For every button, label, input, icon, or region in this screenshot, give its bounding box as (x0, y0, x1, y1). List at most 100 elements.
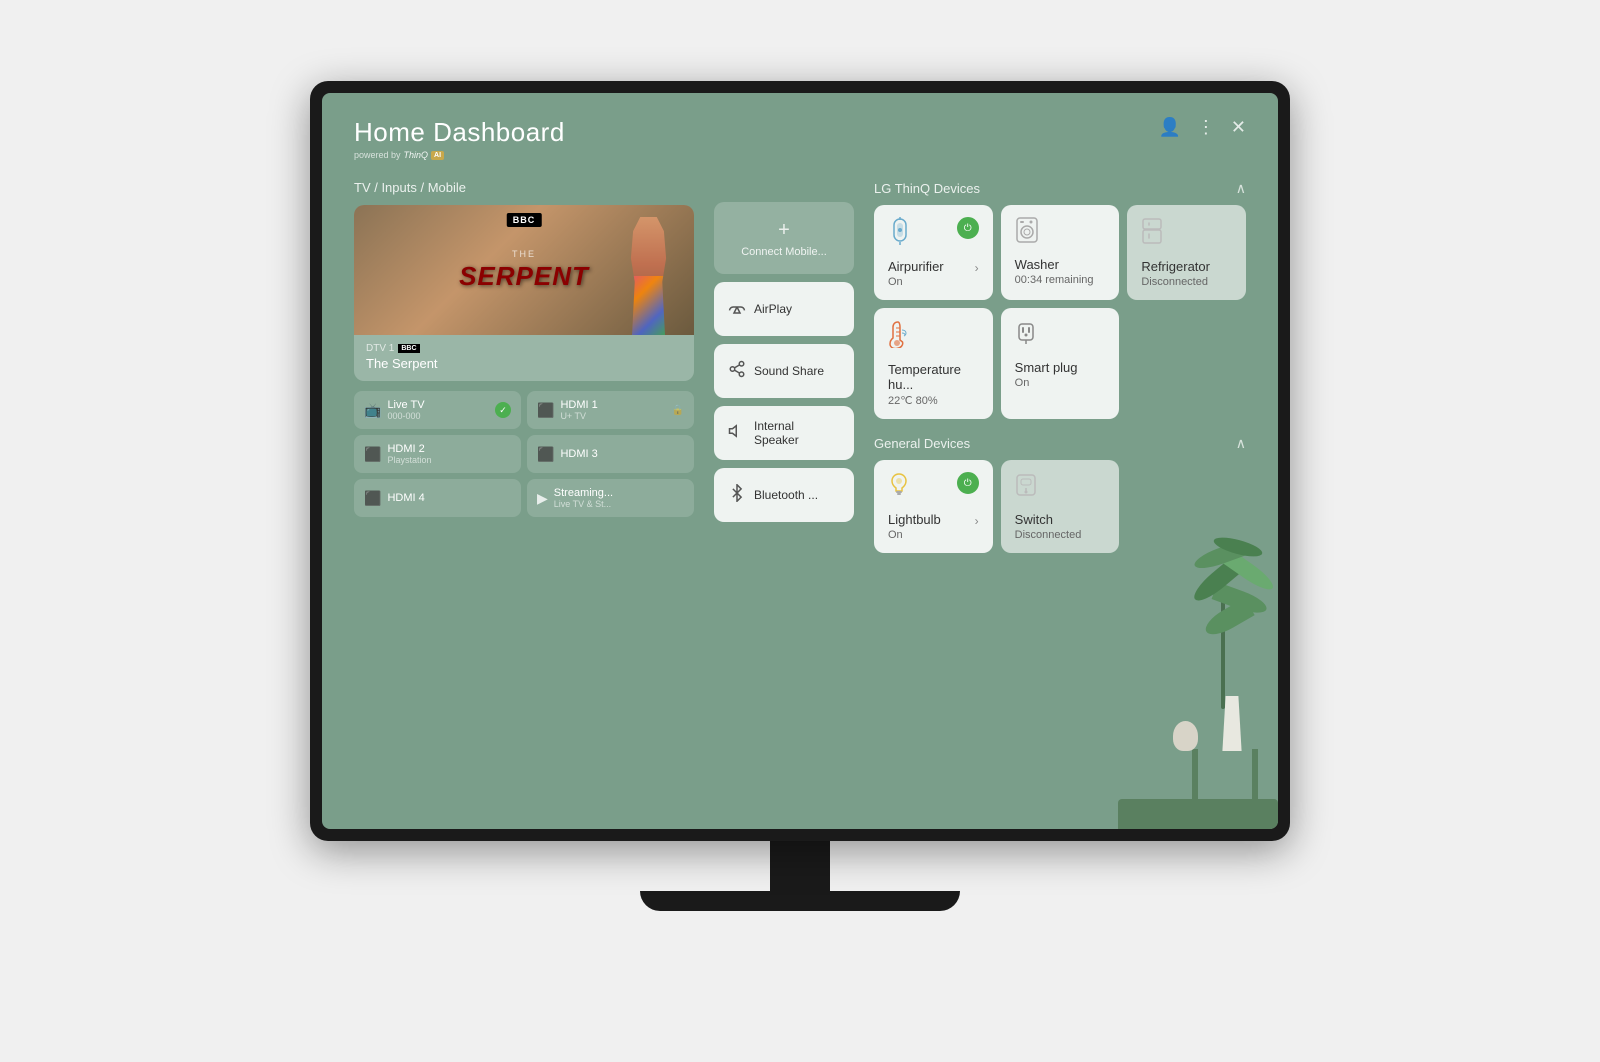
lg-thinq-title: LG ThinQ Devices (874, 181, 980, 196)
lock-icon: 🔒 (672, 405, 684, 416)
airpurifier-power-btn[interactable] (957, 217, 979, 239)
tv-screen: Home Dashboard powered by ThinQ AI 👤 ⋮ ✕ (322, 93, 1278, 829)
sound-share-card[interactable]: Sound Share (714, 344, 854, 398)
washer-card[interactable]: Washer 00:34 remaining (1001, 205, 1120, 300)
airplay-card[interactable]: AirPlay (714, 282, 854, 336)
refrigerator-status: Disconnected (1141, 276, 1232, 288)
lightbulb-icon (888, 472, 910, 504)
right-section: LG ThinQ Devices ∧ (874, 180, 1246, 805)
lightbulb-power-btn[interactable] (957, 472, 979, 494)
show-title-display: SERPENT (459, 261, 589, 292)
connect-plus-icon: + (778, 219, 790, 242)
airpurifier-chevron: › (975, 261, 979, 275)
general-devices-section: General Devices ∧ (874, 435, 1246, 553)
page-title: Home Dashboard (354, 117, 565, 148)
main-layout: TV / Inputs / Mobile BBC THE SERPENT (354, 180, 1246, 805)
airplay-icon (728, 298, 746, 321)
refrigerator-name: Refrigerator (1141, 259, 1232, 274)
connect-mobile-card[interactable]: + Connect Mobile... (714, 202, 854, 274)
sound-share-label: Sound Share (754, 364, 824, 378)
hdmi1-icon: ⬛ (537, 402, 554, 419)
bbc-small: BBC (398, 344, 419, 353)
live-tv-sub: 000-000 (387, 411, 424, 421)
close-icon[interactable]: ✕ (1231, 117, 1246, 138)
tv-set: Home Dashboard powered by ThinQ AI 👤 ⋮ ✕ (300, 81, 1300, 981)
streaming-sub: Live TV & St... (554, 499, 613, 509)
hdmi1-label: HDMI 1 (560, 399, 597, 411)
hdmi3-icon: ⬛ (537, 446, 554, 463)
airpurifier-status: On (888, 276, 979, 288)
lightbulb-chevron: › (975, 514, 979, 528)
header-icons: 👤 ⋮ ✕ (1158, 117, 1246, 138)
ai-badge: AI (431, 151, 444, 160)
hdmi4-label: HDMI 4 (387, 492, 424, 504)
bluetooth-card[interactable]: Bluetooth ... (714, 468, 854, 522)
smart-plug-status: On (1015, 377, 1106, 389)
more-icon[interactable]: ⋮ (1197, 117, 1215, 138)
lightbulb-status: On (888, 529, 979, 541)
switch-icon (1015, 472, 1037, 504)
refrigerator-icon (1141, 217, 1163, 251)
internal-speaker-card[interactable]: Internal Speaker (714, 406, 854, 460)
user-icon[interactable]: 👤 (1158, 117, 1180, 138)
internal-speaker-label: Internal Speaker (754, 419, 840, 447)
hdmi2-icon: ⬛ (364, 446, 381, 463)
smart-plug-card[interactable]: Smart plug On (1001, 308, 1120, 419)
airpurifier-card[interactable]: Airpurifier › On (874, 205, 993, 300)
switch-status: Disconnected (1015, 529, 1106, 541)
input-hdmi1[interactable]: ⬛ HDMI 1 U+ TV 🔒 (527, 391, 694, 429)
screen-content: Home Dashboard powered by ThinQ AI 👤 ⋮ ✕ (322, 93, 1278, 829)
hdmi4-icon: ⬛ (364, 490, 381, 507)
tv-stand-base (640, 891, 960, 911)
header: Home Dashboard powered by ThinQ AI 👤 ⋮ ✕ (354, 117, 1246, 160)
washer-name: Washer (1015, 257, 1106, 272)
tv-preview-image: BBC THE SERPENT (354, 205, 694, 335)
smart-plug-icon (1015, 320, 1037, 352)
bluetooth-label: Bluetooth ... (754, 488, 818, 502)
tv-preview-card[interactable]: BBC THE SERPENT (354, 205, 694, 381)
character-silhouette (621, 217, 676, 335)
streaming-label: Streaming... (554, 487, 613, 499)
airpurifier-name: Airpurifier (888, 259, 944, 274)
general-devices-collapse-btn[interactable]: ∧ (1236, 435, 1246, 452)
tv-section-title: TV / Inputs / Mobile (354, 180, 694, 195)
live-badge (495, 402, 511, 418)
hdmi1-sub: U+ TV (560, 411, 597, 421)
input-streaming[interactable]: ▶ Streaming... Live TV & St... (527, 479, 694, 517)
lg-thinq-header: LG ThinQ Devices ∧ (874, 180, 1246, 197)
streaming-icon: ▶ (537, 490, 548, 507)
smart-plug-name: Smart plug (1015, 360, 1106, 375)
switch-card[interactable]: Switch Disconnected (1001, 460, 1120, 553)
header-left: Home Dashboard powered by ThinQ AI (354, 117, 565, 160)
airpurifier-icon (888, 217, 912, 251)
lightbulb-name: Lightbulb (888, 512, 941, 527)
connect-mobile-label: Connect Mobile... (741, 246, 827, 258)
input-hdmi2[interactable]: ⬛ HDMI 2 Playstation (354, 435, 521, 473)
tv-inputs-section: TV / Inputs / Mobile BBC THE SERPENT (354, 180, 694, 805)
general-devices-grid: Lightbulb › On (874, 460, 1246, 553)
lg-thinq-collapse-btn[interactable]: ∧ (1236, 180, 1246, 197)
bbc-logo: BBC (507, 213, 542, 227)
temperature-card[interactable]: Temperature hu... 22℃ 80% (874, 308, 993, 419)
general-devices-header: General Devices ∧ (874, 435, 1246, 452)
middle-section: + Connect Mobile... AirPlay (714, 202, 854, 805)
switch-name: Switch (1015, 512, 1106, 527)
tv-stand-neck (770, 841, 830, 891)
bluetooth-icon (728, 484, 746, 507)
live-tv-label: Live TV (387, 399, 424, 411)
input-hdmi4[interactable]: ⬛ HDMI 4 (354, 479, 521, 517)
lightbulb-card[interactable]: Lightbulb › On (874, 460, 993, 553)
tv-info: DTV 1 BBC The Serpent (354, 335, 694, 381)
washer-icon (1015, 217, 1039, 249)
powered-by: powered by ThinQ AI (354, 150, 565, 160)
input-live-tv[interactable]: 📺 Live TV 000-000 (354, 391, 521, 429)
temperature-name: Temperature hu... (888, 362, 979, 392)
lg-thinq-grid: Airpurifier › On (874, 205, 1246, 419)
lg-thinq-section: LG ThinQ Devices ∧ (874, 180, 1246, 427)
hdmi3-label: HDMI 3 (560, 448, 597, 460)
show-prefix: THE (459, 249, 589, 259)
sound-share-icon (728, 360, 746, 383)
input-grid: 📺 Live TV 000-000 ⬛ (354, 391, 694, 517)
refrigerator-card[interactable]: Refrigerator Disconnected (1127, 205, 1246, 300)
input-hdmi3[interactable]: ⬛ HDMI 3 (527, 435, 694, 473)
